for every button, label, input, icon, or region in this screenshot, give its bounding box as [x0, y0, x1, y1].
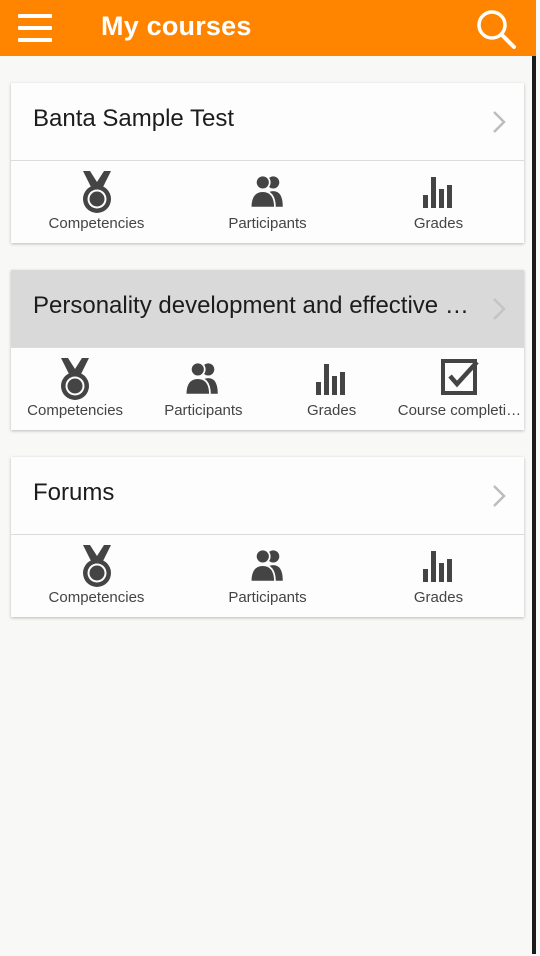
- course-card-header[interactable]: Banta Sample Test: [11, 83, 524, 161]
- action-label: Course completion: [397, 402, 523, 419]
- grades-icon: [422, 177, 452, 208]
- course-card: Personality development and effective co…: [11, 270, 524, 430]
- medal-icon: [82, 171, 111, 213]
- search-icon[interactable]: [474, 8, 518, 50]
- action-label: Competencies: [48, 589, 145, 606]
- competencies-button[interactable]: Competencies: [11, 535, 182, 617]
- page-title: My courses: [101, 11, 252, 41]
- action-label: Grades: [307, 402, 357, 419]
- grades-icon: [315, 364, 345, 395]
- action-label: Grades: [413, 589, 464, 606]
- course-card: Banta Sample Test Competencies Participa…: [11, 83, 524, 243]
- action-label: Participants: [228, 215, 307, 232]
- course-actions: Competencies Participants Grades: [11, 161, 524, 243]
- grades-button[interactable]: Grades: [353, 535, 524, 617]
- medal-icon: [82, 545, 111, 587]
- participants-icon: [249, 548, 283, 583]
- checkbox-icon: [440, 359, 479, 395]
- action-label: Grades: [413, 215, 464, 232]
- action-label: Participants: [228, 589, 307, 606]
- course-actions: Competencies Participants Grades: [11, 535, 524, 617]
- participants-button[interactable]: Participants: [182, 161, 353, 243]
- chevron-right-icon: [493, 298, 506, 320]
- chevron-right-icon: [493, 485, 506, 507]
- participants-button[interactable]: Participants: [139, 348, 267, 430]
- action-label: Participants: [164, 402, 243, 419]
- hamburger-menu-icon[interactable]: [18, 14, 52, 42]
- action-label: Competencies: [48, 215, 145, 232]
- grades-button[interactable]: Grades: [268, 348, 396, 430]
- participants-button[interactable]: Participants: [182, 535, 353, 617]
- participants-icon: [185, 361, 219, 396]
- course-actions: Competencies Participants Grades: [11, 348, 524, 430]
- competencies-button[interactable]: Competencies: [11, 348, 139, 430]
- course-title: Forums: [33, 479, 115, 506]
- course-card-header[interactable]: Forums: [11, 457, 524, 535]
- course-title: Banta Sample Test: [33, 105, 235, 132]
- course-card-header[interactable]: Personality development and effective co…: [11, 270, 524, 348]
- medal-icon: [61, 358, 90, 400]
- grades-icon: [422, 551, 452, 582]
- competencies-button[interactable]: Competencies: [11, 161, 182, 243]
- action-label: Competencies: [27, 402, 124, 419]
- course-card: Forums Competencies Participants Grades: [11, 457, 524, 617]
- chevron-right-icon: [493, 111, 506, 133]
- screen: My courses Banta Sample Test Competencie…: [0, 0, 536, 954]
- course-completion-button[interactable]: Course completion: [396, 348, 524, 430]
- app-bar: My courses: [0, 0, 536, 56]
- grades-button[interactable]: Grades: [353, 161, 524, 243]
- course-title: Personality development and effective co…: [33, 292, 473, 319]
- participants-icon: [249, 174, 283, 209]
